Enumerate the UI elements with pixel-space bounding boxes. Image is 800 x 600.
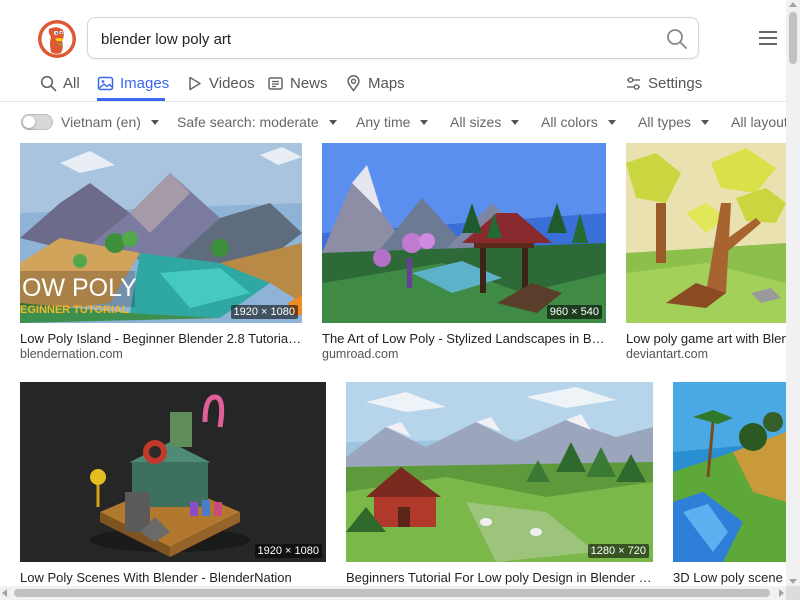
result-title[interactable]: Low Poly Scenes With Blender - BlenderNa… [20, 570, 326, 585]
scroll-down-arrow-icon[interactable] [789, 579, 797, 584]
layout-filter[interactable]: All layouts [731, 113, 786, 131]
settings-label: Settings [648, 74, 703, 92]
type-filter[interactable]: All types [638, 113, 709, 131]
image-dimensions: 1920 × 1080 [230, 305, 298, 319]
result-thumbnail[interactable] [673, 382, 786, 562]
layout-filter-label: All layouts [731, 114, 786, 130]
image-dimensions: 1920 × 1080 [254, 544, 322, 558]
tab-news[interactable]: News [267, 72, 328, 94]
result-title[interactable]: The Art of Low Poly - Stylized Landscape… [322, 331, 606, 346]
result-title[interactable]: Low Poly Island - Beginner Blender 2.8 T… [20, 331, 302, 346]
region-filter[interactable]: Vietnam (en) [61, 113, 159, 131]
chevron-down-icon [328, 119, 337, 125]
result-source[interactable]: deviantart.com [626, 347, 786, 361]
vertical-scrollbar[interactable] [786, 0, 800, 586]
map-pin-icon [347, 74, 360, 92]
settings-button[interactable]: Settings [625, 72, 702, 94]
scrollbar-corner [786, 586, 800, 600]
chevron-down-icon [607, 119, 616, 125]
overlay-subtitle: EGINNER TUTORIAL [20, 304, 129, 316]
header: All Images Videos News Maps Settings [0, 0, 786, 102]
image-result[interactable]: Low poly game art with Blender deviantar… [626, 143, 786, 363]
image-result[interactable]: OW POLY EGINNER TUTORIAL 1920 × 1080 Low… [20, 143, 302, 363]
tab-label: Images [120, 74, 170, 92]
result-title[interactable]: Beginners Tutorial For Low poly Design i… [346, 570, 653, 585]
active-tab-indicator [97, 98, 165, 101]
chevron-down-icon [150, 119, 159, 125]
size-filter[interactable]: All sizes [450, 113, 520, 131]
tab-label: Videos [209, 74, 255, 92]
time-filter[interactable]: Any time [356, 113, 429, 131]
image-result[interactable]: 1280 × 720 Beginners Tutorial For Low po… [346, 382, 653, 586]
chevron-down-icon [420, 119, 429, 125]
image-icon [97, 76, 114, 90]
scroll-right-arrow-icon[interactable] [779, 589, 784, 597]
safe-search-filter[interactable]: Safe search: moderate [177, 113, 337, 131]
result-source[interactable]: blendernation.com [20, 347, 302, 361]
chevron-down-icon [700, 119, 709, 125]
image-dimensions: 960 × 540 [546, 305, 602, 319]
chevron-down-icon [511, 119, 520, 125]
result-title[interactable]: 3D Low poly scene and [673, 570, 786, 585]
horizontal-scrollbar[interactable] [0, 586, 786, 600]
color-filter[interactable]: All colors [541, 113, 616, 131]
sliders-icon [627, 76, 640, 90]
overlay-title: OW POLY [22, 274, 137, 302]
image-dimensions: 1280 × 720 [587, 544, 649, 558]
scroll-left-arrow-icon[interactable] [2, 589, 7, 597]
search-icon[interactable] [666, 28, 688, 50]
result-thumbnail[interactable] [626, 143, 786, 323]
search-icon [40, 75, 57, 91]
tab-maps[interactable]: Maps [345, 72, 405, 94]
hamburger-menu-icon[interactable] [759, 31, 777, 47]
tab-videos[interactable]: Videos [186, 72, 255, 94]
color-filter-label: All colors [541, 114, 598, 130]
image-result[interactable]: 3D Low poly scene and [673, 382, 786, 586]
horizontal-scroll-thumb[interactable] [14, 589, 770, 597]
play-icon [189, 76, 201, 90]
search-input[interactable] [99, 18, 663, 60]
search-box [87, 17, 699, 60]
result-thumbnail[interactable]: 1920 × 1080 [20, 382, 326, 562]
result-thumbnail[interactable]: OW POLY EGINNER TUTORIAL 1920 × 1080 [20, 143, 302, 323]
duckduckgo-logo[interactable] [37, 19, 77, 59]
newspaper-icon [268, 76, 283, 90]
region-toggle[interactable] [21, 114, 53, 130]
safe-search-label: Safe search: moderate [177, 114, 319, 130]
type-filter-label: All types [638, 114, 691, 130]
tab-images[interactable]: Images [97, 72, 169, 94]
size-filter-label: All sizes [450, 114, 502, 130]
vertical-scroll-thumb[interactable] [789, 12, 797, 64]
tab-label: All [63, 74, 80, 92]
scroll-up-arrow-icon[interactable] [789, 2, 797, 7]
result-thumbnail[interactable]: 1280 × 720 [346, 382, 653, 562]
image-result[interactable]: 960 × 540 The Art of Low Poly - Stylized… [322, 143, 606, 363]
result-title[interactable]: Low poly game art with Blender [626, 331, 786, 346]
image-result[interactable]: 1920 × 1080 Low Poly Scenes With Blender… [20, 382, 326, 586]
time-filter-label: Any time [356, 114, 411, 130]
tab-label: News [290, 74, 328, 92]
result-thumbnail[interactable]: 960 × 540 [322, 143, 606, 323]
region-filter-label: Vietnam (en) [61, 114, 141, 130]
result-source[interactable]: gumroad.com [322, 347, 606, 361]
tab-label: Maps [368, 74, 405, 92]
tab-all[interactable]: All [40, 72, 80, 94]
